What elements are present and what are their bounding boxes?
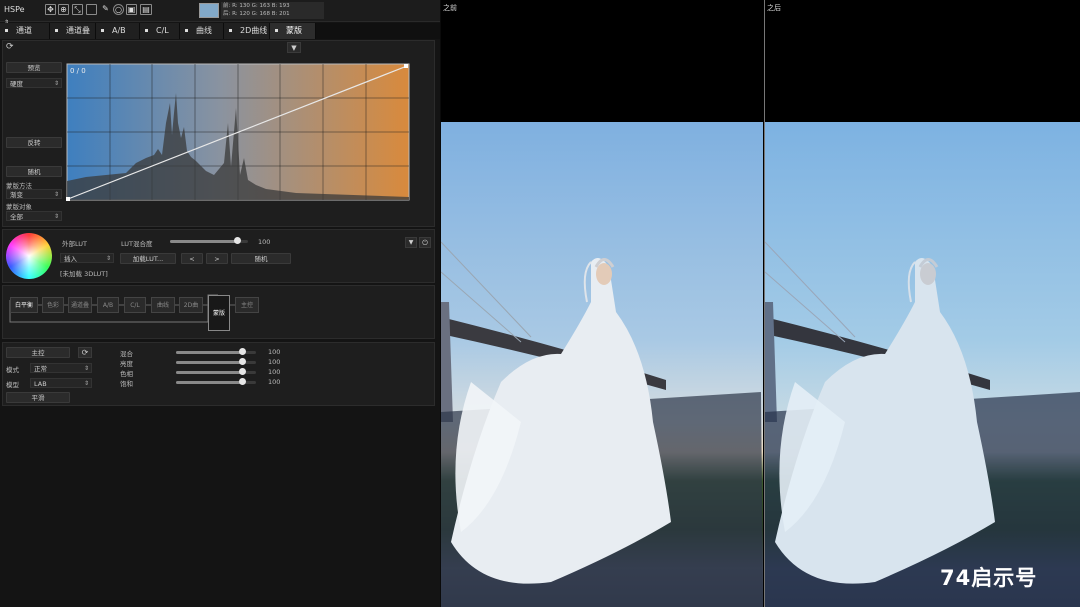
- blend-mode-select[interactable]: 正常 ⇕: [30, 363, 92, 373]
- pipeline-node-color[interactable]: 色彩: [42, 297, 64, 313]
- invert-button[interactable]: 反转: [6, 137, 62, 148]
- magnifier-icon[interactable]: ○: [113, 4, 124, 15]
- lut-blend-fill: [170, 240, 238, 243]
- pipeline-node-channel-stack[interactable]: 通道叠: [68, 297, 92, 313]
- mix-slider[interactable]: [176, 348, 256, 355]
- after-image: 74启示号: [765, 122, 1080, 607]
- tab-channel-stack[interactable]: 通道叠: [50, 23, 96, 39]
- before-label: 之前: [443, 4, 457, 12]
- watermark-text: 74启示号: [940, 566, 1038, 590]
- prev-lut-button[interactable]: <: [181, 253, 203, 264]
- fit-icon[interactable]: ▣: [126, 4, 137, 15]
- lut-blend-value: 100: [258, 238, 271, 246]
- pipeline-node-white-balance[interactable]: 白平衡: [10, 297, 38, 313]
- zoom-icon[interactable]: ⊕: [58, 4, 69, 15]
- crop-icon[interactable]: ⤡: [72, 4, 83, 15]
- pipeline-node-cl[interactable]: C/L: [124, 297, 146, 313]
- brightness-slider[interactable]: [176, 358, 256, 365]
- lut-blend-knob[interactable]: [234, 237, 242, 244]
- lut-collapse-icon[interactable]: ▼: [405, 237, 417, 248]
- tab-cl[interactable]: C/L: [140, 23, 180, 39]
- mode-label: HSPe: [4, 5, 25, 14]
- tab-ab[interactable]: A/B: [96, 23, 140, 39]
- mode-selector[interactable]: HSPe ⇕: [4, 4, 32, 26]
- slider-value-hue: 100: [268, 368, 281, 376]
- mask-curve-graph[interactable]: [66, 63, 410, 201]
- saturation-slider-knob[interactable]: [238, 378, 246, 385]
- slider-label-mix: 混合: [120, 350, 133, 358]
- hue-slider[interactable]: [176, 368, 256, 375]
- random-button[interactable]: 随机: [6, 166, 62, 177]
- slider-label-hue: 色相: [120, 370, 133, 378]
- brightness-slider-knob[interactable]: [238, 358, 246, 365]
- pipeline-node-master[interactable]: 主控: [235, 297, 259, 313]
- tab-channel[interactable]: 通道: [0, 23, 50, 39]
- slider-value-brightness: 100: [268, 358, 281, 366]
- master-button[interactable]: 主控: [6, 347, 70, 358]
- slider-label-brightness: 亮度: [120, 360, 133, 368]
- slider-value-saturation: 100: [268, 378, 281, 386]
- tab-2d-curves[interactable]: 2D曲线: [224, 23, 270, 39]
- hue-slider-knob[interactable]: [238, 368, 246, 375]
- mode-label: 模式: [6, 366, 19, 374]
- mix-slider-knob[interactable]: [238, 348, 246, 355]
- target-label: 蒙版对象: [6, 203, 32, 211]
- color-swatch: [199, 3, 219, 18]
- eyedropper-icon[interactable]: ✎: [100, 4, 111, 15]
- readout-after: 后: R: 120 G: 168 B: 201: [223, 11, 290, 17]
- hardness-select[interactable]: 硬度 ⇕: [6, 78, 62, 88]
- slider-value-mix: 100: [268, 348, 281, 356]
- next-lut-button[interactable]: >: [206, 253, 228, 264]
- smooth-button[interactable]: 平滑: [6, 392, 70, 403]
- lut-blend-slider[interactable]: [170, 237, 248, 244]
- external-lut-label: 外部LUT: [62, 240, 88, 248]
- menu-dropdown-icon[interactable]: ▼: [287, 42, 301, 53]
- adjustment-panel: HSPe ⇕ ✥ ⊕ ⤡ ✎ ○ ▣ ▤ 前: R: 130 G: 163 B:…: [0, 0, 440, 607]
- lut-status: [未加载 3DLUT]: [60, 270, 108, 278]
- target-select[interactable]: 全部 ⇕: [6, 211, 62, 221]
- pipeline-node-ab[interactable]: A/B: [97, 297, 119, 313]
- saturation-slider[interactable]: [176, 378, 256, 385]
- lut-random-button[interactable]: 随机: [231, 253, 291, 264]
- power-icon[interactable]: ⏻: [419, 237, 431, 248]
- after-label: 之后: [767, 4, 781, 12]
- pipeline-node-2d-curves[interactable]: 2D曲: [179, 297, 203, 313]
- model-label: 模型: [6, 381, 19, 389]
- master-reset-icon[interactable]: ⟳: [78, 347, 92, 358]
- toolbar: HSPe ⇕ ✥ ⊕ ⤡ ✎ ○ ▣ ▤ 前: R: 130 G: 163 B:…: [0, 0, 440, 26]
- move-icon[interactable]: ✥: [45, 4, 56, 15]
- pipeline-node-curves[interactable]: 曲线: [151, 297, 175, 313]
- view-icon[interactable]: ▤: [140, 4, 152, 15]
- before-image: [441, 122, 763, 607]
- curve-readout: 0 / 0: [70, 67, 86, 75]
- reset-icon[interactable]: ⟳: [6, 42, 18, 53]
- color-wheel-icon: [6, 233, 52, 279]
- pipeline-node-mask[interactable]: 蒙版: [208, 295, 230, 331]
- lut-mode-select[interactable]: 插入 ⇕: [60, 253, 114, 263]
- tab-mask[interactable]: 蒙版: [270, 23, 316, 39]
- before-scene: [441, 241, 763, 607]
- tab-curves[interactable]: 曲线: [180, 23, 224, 39]
- select-icon[interactable]: [86, 4, 97, 15]
- lut-blend-label: LUT混合度: [121, 240, 153, 248]
- color-readout: 前: R: 130 G: 163 B: 193 后: R: 120 G: 168…: [221, 2, 324, 19]
- tab-bar: 通道 通道叠 A/B C/L 曲线 2D曲线 蒙版: [0, 23, 440, 39]
- readout-before: 前: R: 130 G: 163 B: 193: [223, 3, 290, 9]
- slider-label-saturation: 饱和: [120, 380, 133, 388]
- color-model-select[interactable]: LAB ⇕: [30, 378, 92, 388]
- method-select[interactable]: 渐变 ⇕: [6, 189, 62, 199]
- load-lut-button[interactable]: 加载LUT...: [120, 253, 176, 264]
- preview-button[interactable]: 预览: [6, 62, 62, 73]
- after-scene: [765, 241, 1080, 607]
